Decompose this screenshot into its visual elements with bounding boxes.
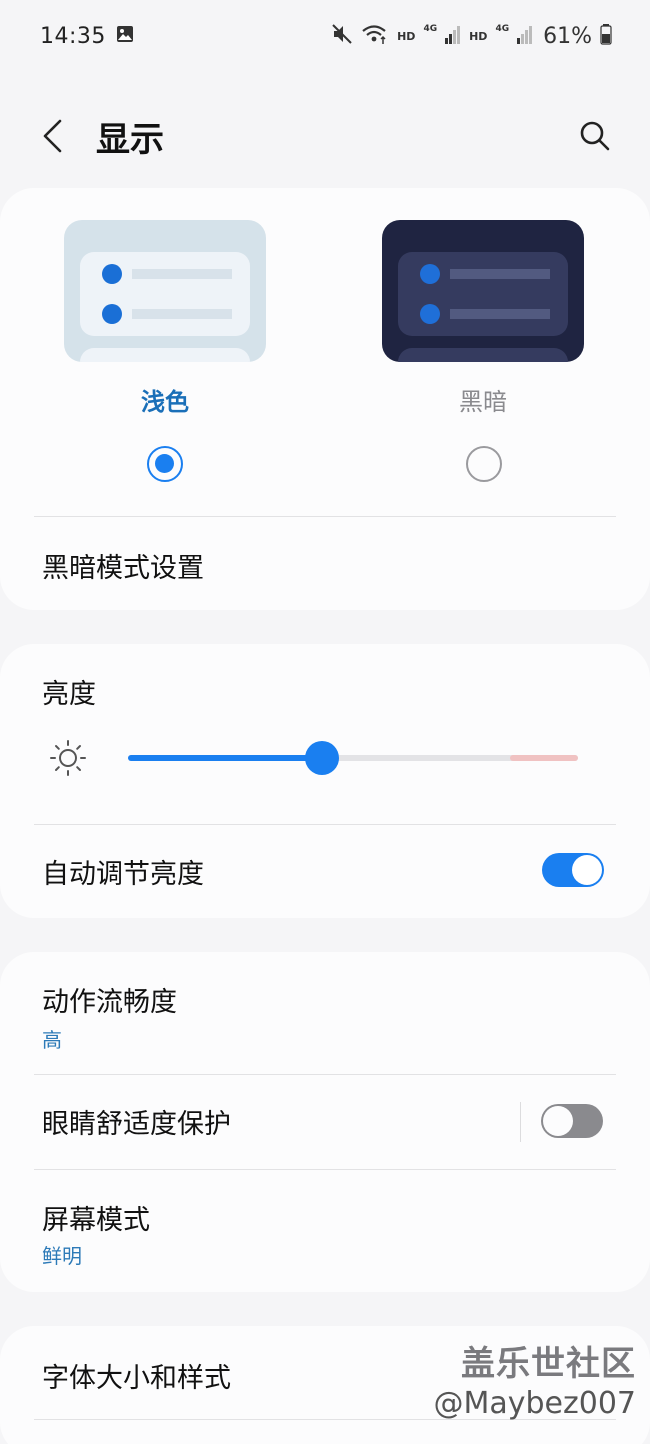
dark-theme-preview: [382, 220, 584, 362]
watermark-author: @Maybez007: [433, 1386, 636, 1421]
gallery-notification-icon: [116, 25, 134, 47]
hd-label-1: HD: [397, 29, 416, 43]
search-button[interactable]: [572, 113, 618, 159]
brightness-title: 亮度: [42, 679, 96, 710]
brightness-slider-fill: [128, 755, 322, 761]
mute-icon: [331, 23, 353, 49]
brightness-card: 亮度 自动调节亮度: [0, 644, 650, 918]
brightness-slider[interactable]: [128, 741, 578, 775]
network-type-1: 4G: [423, 24, 438, 34]
divider: [34, 516, 616, 517]
watermark-community: 盖乐世社区: [461, 1344, 636, 1384]
toggle-separator: [520, 1102, 521, 1142]
brightness-slider-thumb[interactable]: [304, 741, 339, 775]
display-options-card: 动作流畅度 高 眼睛舒适度保护 屏幕模式 鲜明: [0, 952, 650, 1292]
status-bar: 14:35 HD 4G HD 4G 61%: [0, 0, 650, 72]
light-theme-preview: [64, 220, 266, 362]
wifi-icon: [361, 23, 389, 49]
auto-brightness-label: 自动调节亮度: [42, 859, 204, 890]
eye-comfort-toggle[interactable]: [541, 1104, 603, 1138]
brightness-sun-icon: [50, 740, 86, 776]
motion-smoothness-title: 动作流畅度: [42, 987, 177, 1018]
hd-label-2: HD: [469, 29, 488, 43]
status-time: 14:35: [40, 23, 106, 49]
network-type-2: 4G: [495, 24, 510, 34]
back-button[interactable]: [40, 113, 74, 159]
page-title: 显示: [96, 119, 164, 160]
battery-icon: [600, 23, 612, 49]
theme-label-light: 浅色: [141, 388, 189, 416]
search-icon: [580, 121, 610, 151]
back-arrow-icon: [43, 119, 62, 153]
divider: [34, 824, 616, 825]
app-header: 显示: [0, 96, 650, 176]
dark-mode-settings-label: 黑暗模式设置: [42, 553, 204, 584]
screen-mode-title: 屏幕模式: [42, 1205, 150, 1236]
theme-option-dark[interactable]: 黑暗: [382, 220, 584, 417]
screen-mode-value: 鲜明: [42, 1244, 82, 1268]
radio-light-selected[interactable]: [147, 446, 183, 482]
brightness-slider-high-zone: [510, 755, 578, 761]
theme-option-light[interactable]: 浅色: [64, 220, 266, 417]
battery-percent: 61%: [543, 23, 592, 49]
signal-icon-1: [445, 23, 461, 49]
font-size-style-label: 字体大小和样式: [42, 1363, 231, 1394]
radio-dark[interactable]: [466, 446, 502, 482]
status-right: HD 4G HD 4G 61%: [331, 23, 612, 49]
theme-label-dark: 黑暗: [459, 388, 507, 416]
status-left: 14:35: [40, 24, 134, 49]
brightness-slider-area: [48, 738, 588, 778]
eye-comfort-label: 眼睛舒适度保护: [42, 1109, 231, 1140]
theme-card: 浅色 黑暗 黑暗模式设置: [0, 188, 650, 610]
auto-brightness-toggle[interactable]: [542, 853, 604, 887]
signal-icon-2: [517, 23, 533, 49]
motion-smoothness-value: 高: [42, 1028, 62, 1052]
